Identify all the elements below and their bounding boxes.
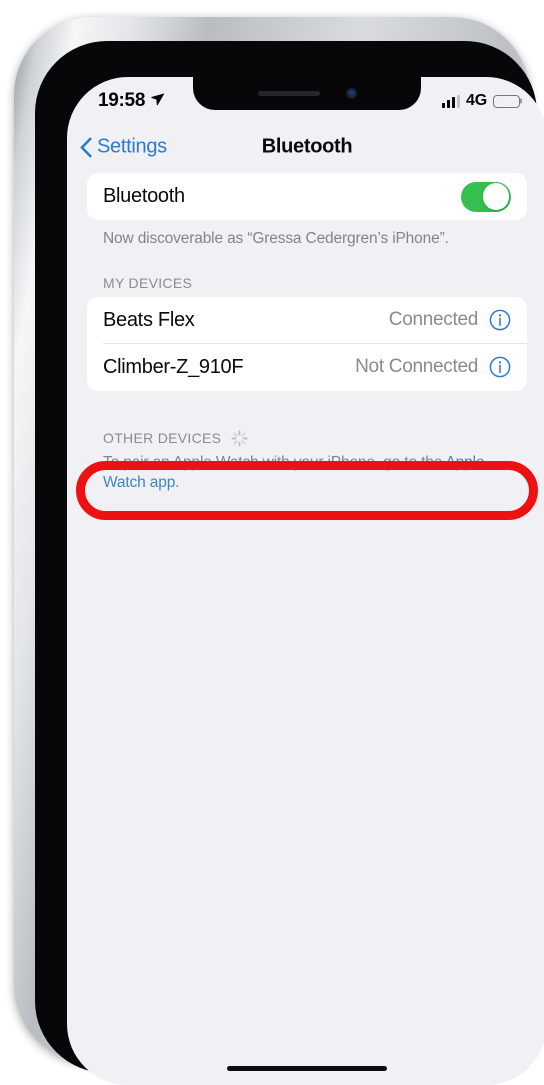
status-bar-right: 4G xyxy=(441,92,523,110)
network-type-label: 4G xyxy=(466,92,487,109)
cellular-signal-icon xyxy=(441,94,461,108)
apple-watch-note-suffix: . xyxy=(175,474,180,492)
phone-screen: 19:58 4G Settings Bluetooth Bluetooth No… xyxy=(67,77,544,1085)
my-devices-wrapper: Beats Flex Connected Climber-Z_910F Not … xyxy=(87,296,527,391)
bluetooth-label: Bluetooth xyxy=(103,185,185,207)
page-title: Bluetooth xyxy=(261,135,353,158)
bluetooth-row[interactable]: Bluetooth xyxy=(87,173,527,220)
device-name: Climber-Z_910F xyxy=(103,355,244,378)
other-devices-header-label: OTHER DEVICES xyxy=(103,430,222,447)
battery-cap xyxy=(520,98,523,104)
discoverable-note: Now discoverable as “Gressa Cedergren’s … xyxy=(103,230,449,247)
device-status: Connected xyxy=(388,309,479,331)
front-camera-icon xyxy=(345,88,357,99)
status-bar-left: 19:58 xyxy=(98,90,165,112)
home-indicator-bar[interactable] xyxy=(227,1066,387,1071)
activity-spinner-icon xyxy=(231,430,248,447)
device-row-climber[interactable]: Climber-Z_910F Not Connected xyxy=(87,344,527,391)
info-circle-icon[interactable] xyxy=(489,356,511,378)
earpiece-speaker xyxy=(257,91,320,96)
info-circle-icon[interactable] xyxy=(489,309,511,331)
navigation-bar: Settings Bluetooth xyxy=(67,121,544,173)
my-devices-header-label: MY DEVICES xyxy=(103,274,193,291)
my-devices-header: MY DEVICES xyxy=(87,250,527,297)
bluetooth-switch[interactable] xyxy=(461,181,511,212)
battery-full-icon xyxy=(493,94,523,108)
other-devices-header: OTHER DEVICES xyxy=(87,391,527,453)
apple-watch-note: To pair an Apple Watch with your iPhone,… xyxy=(87,453,527,494)
phone-hardware-frame: 19:58 4G Settings Bluetooth Bluetooth No… xyxy=(14,17,544,1085)
phone-bezel: 19:58 4G Settings Bluetooth Bluetooth No… xyxy=(35,41,544,1085)
bluetooth-row-right xyxy=(461,181,511,212)
apple-watch-note-prefix: To pair an Apple Watch with your iPhone,… xyxy=(103,453,446,471)
switch-knob xyxy=(482,183,509,210)
back-button[interactable]: Settings xyxy=(80,136,167,159)
device-name: Beats Flex xyxy=(103,308,195,331)
location-arrow-icon xyxy=(150,91,165,111)
back-button-label: Settings xyxy=(97,135,167,158)
device-row-beats-flex[interactable]: Beats Flex Connected xyxy=(87,297,527,344)
my-devices-card: Beats Flex Connected Climber-Z_910F Not … xyxy=(87,296,527,391)
status-time: 19:58 xyxy=(98,90,146,111)
device-status: Not Connected xyxy=(355,356,478,378)
chevron-left-icon xyxy=(80,137,92,157)
settings-content: Bluetooth Now discoverable as “Gressa Ce… xyxy=(67,173,544,1085)
device-row-right: Not Connected xyxy=(355,356,511,378)
device-notch xyxy=(193,77,421,110)
bluetooth-toggle-card: Bluetooth xyxy=(87,173,527,220)
device-row-right: Connected xyxy=(389,309,511,331)
